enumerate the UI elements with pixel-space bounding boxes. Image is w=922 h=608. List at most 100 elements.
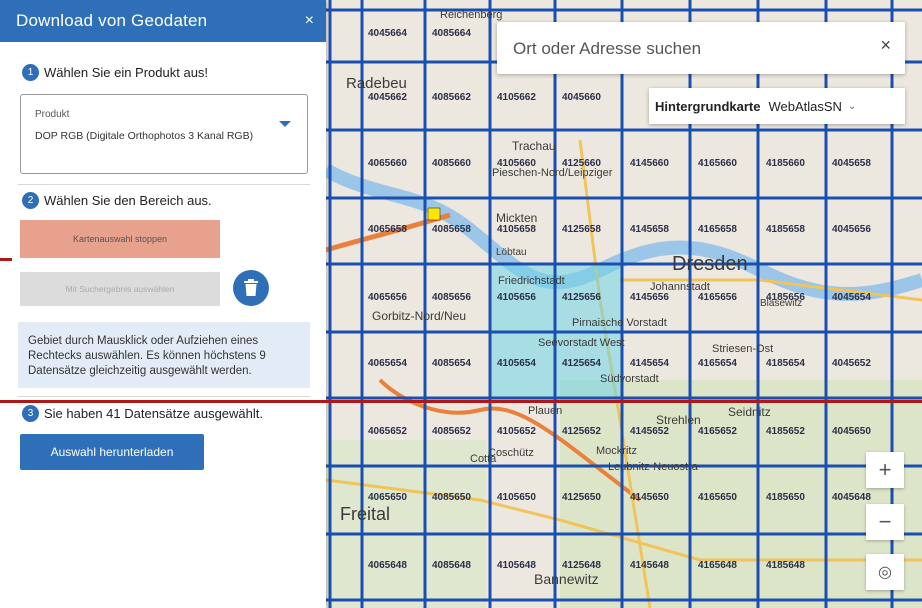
panel-title: Download von Geodaten (16, 11, 208, 30)
divider (18, 184, 310, 185)
tile-label: 4045656 (832, 224, 871, 235)
tile-label: 4085648 (432, 560, 471, 571)
close-icon[interactable]: × (880, 35, 891, 56)
tile-label: 4145648 (630, 560, 669, 571)
tile-label: 4045664 (368, 28, 407, 39)
tile-label: 4185650 (766, 492, 805, 503)
tile-label: 4045650 (832, 426, 871, 437)
close-icon[interactable]: × (305, 12, 314, 30)
basemap-select[interactable]: Hintergrundkarte WebAtlasSN ⌄ (649, 88, 905, 124)
step-3-text: Sie haben 41 Datensätze ausgewählt. (44, 406, 263, 421)
tile-label: 4105658 (497, 224, 536, 235)
zoom-out-button[interactable]: − (866, 504, 904, 540)
tile-label: 4045652 (832, 358, 871, 369)
tile-label: 4085662 (432, 92, 471, 103)
step-number-2: 2 (22, 192, 39, 209)
place-label: Striesen-Ost (712, 343, 773, 355)
tile-label: 4125648 (562, 560, 601, 571)
tile-label: 4145660 (630, 158, 669, 169)
tile-label: 4105654 (497, 358, 536, 369)
zoom-in-button[interactable]: + (866, 452, 904, 488)
place-label: Mockritz (596, 445, 637, 457)
place-label: Blasewitz (760, 298, 802, 309)
tile-label: 4105648 (497, 560, 536, 571)
tile-label: 4085664 (432, 28, 471, 39)
tile-label: 4185648 (766, 560, 805, 571)
search-box: × (497, 22, 905, 74)
place-label: Friedrichstadt (498, 275, 565, 287)
basemap-value: WebAtlasSN (768, 98, 842, 114)
place-label: Löbtau (496, 247, 527, 258)
tile-label: 4185654 (766, 358, 805, 369)
place-label: Mickten (496, 211, 537, 225)
tile-label: 4185660 (766, 158, 805, 169)
tile-label: 4125656 (562, 292, 601, 303)
tile-label: 4145652 (630, 426, 669, 437)
chevron-down-icon[interactable]: ⌄ (848, 101, 856, 112)
tile-label: 4165650 (698, 492, 737, 503)
tile-label: 4065658 (368, 224, 407, 235)
tile-label: 4165656 (698, 292, 737, 303)
basemap-label: Hintergrundkarte (655, 98, 761, 114)
step-2-text: Wählen Sie den Bereich aus. (44, 193, 212, 208)
step-1-text: Wählen Sie ein Produkt aus! (44, 65, 209, 80)
tile-label: 4085654 (432, 358, 471, 369)
product-label: Produkt (35, 109, 70, 120)
tile-label: 4145650 (630, 492, 669, 503)
tile-label: 4045662 (368, 92, 407, 103)
download-selection-button[interactable]: Auswahl herunterladen (20, 434, 204, 470)
locate-icon[interactable]: ◎ (866, 554, 904, 590)
place-label: Reichenberg (440, 9, 502, 21)
stop-map-selection-button[interactable]: Kartenauswahl stoppen (20, 220, 220, 258)
tile-label: 4085650 (432, 492, 471, 503)
tile-label: 4125650 (562, 492, 601, 503)
step-1: 1 Wählen Sie ein Produkt aus! (22, 64, 208, 81)
place-label: Gorbitz-Nord/Neu (372, 309, 466, 323)
place-label: Plauen (528, 405, 562, 417)
tile-label: 4065654 (368, 358, 407, 369)
tile-label: 4165654 (698, 358, 737, 369)
place-label: Strehlen (656, 413, 701, 427)
tile-label: 4105662 (497, 92, 536, 103)
place-label: Bannewitz (534, 571, 599, 587)
tile-label: 4085660 (432, 158, 471, 169)
tile-label: 4045648 (832, 492, 871, 503)
tile-label: 4165658 (698, 224, 737, 235)
place-label: Johannstadt (650, 281, 710, 293)
tile-label: 4085656 (432, 292, 471, 303)
tile-label: 4125652 (562, 426, 601, 437)
chevron-down-icon[interactable] (279, 121, 291, 127)
panel-header: Download von Geodaten × (0, 0, 326, 42)
location-marker (427, 207, 441, 221)
tile-label: 4085658 (432, 224, 471, 235)
delete-selection-button[interactable] (233, 270, 269, 306)
step-number-3: 3 (22, 405, 39, 422)
annotation-line (0, 400, 922, 403)
select-with-search-button[interactable]: Mit Suchergebnis auswählen (20, 272, 220, 306)
tile-label: 4105652 (497, 426, 536, 437)
tile-label: 4065650 (368, 492, 407, 503)
place-label: Trachau (512, 139, 556, 153)
tile-label: 4185658 (766, 224, 805, 235)
place-label: Südvorstadt (600, 373, 659, 385)
place-label: Seevorstadt West (538, 337, 625, 349)
tile-label: 4165652 (698, 426, 737, 437)
tile-label: 4045654 (832, 292, 871, 303)
tile-label: 4065652 (368, 426, 407, 437)
tile-label: 4145656 (630, 292, 669, 303)
tile-label: 4065648 (368, 560, 407, 571)
tile-label: 4065656 (368, 292, 407, 303)
tile-label: 4045660 (562, 92, 601, 103)
place-label: Pirnaische Vorstadt (572, 317, 667, 329)
place-label: Leubnitz-Neuostra (608, 461, 699, 473)
tile-label: 4165648 (698, 560, 737, 571)
search-input[interactable] (511, 35, 855, 63)
step-number-1: 1 (22, 64, 39, 81)
tile-label: 4185652 (766, 426, 805, 437)
tile-label: 4145658 (630, 224, 669, 235)
step-3: 3 Sie haben 41 Datensätze ausgewählt. (22, 405, 263, 422)
tile-label: 4045658 (832, 158, 871, 169)
product-select[interactable]: Produkt DOP RGB (Digitale Orthophotos 3 … (20, 94, 308, 174)
tile-label: 4085652 (432, 426, 471, 437)
place-label: Coschütz (488, 447, 534, 459)
